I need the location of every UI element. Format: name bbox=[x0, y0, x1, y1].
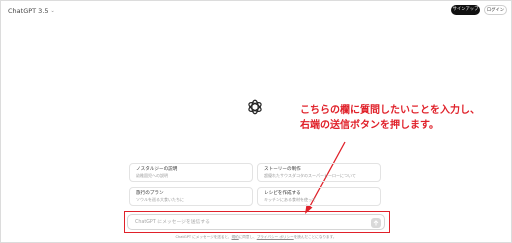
footer-prefix: ChatGPT にメッセージを送ると、 bbox=[175, 235, 232, 239]
chevron-down-icon: ⌄ bbox=[50, 8, 55, 14]
suggestion-card[interactable]: ノスタルジーの説明 幼稚園児への説明 bbox=[129, 163, 253, 182]
model-selector[interactable]: ChatGPT 3.5 ⌄ bbox=[8, 4, 55, 18]
signup-button[interactable]: サインアップ bbox=[451, 5, 480, 15]
openai-logo-icon bbox=[248, 99, 262, 115]
privacy-policy-link[interactable]: プライバシー ポリシー bbox=[257, 235, 294, 239]
suggestion-title: ノスタルジーの説明 bbox=[136, 167, 178, 172]
message-input[interactable] bbox=[135, 217, 355, 228]
footer-middle: に同意し、 bbox=[238, 235, 257, 239]
footer-disclaimer: ChatGPT にメッセージを送ると、規約に同意し、プライバシー ポリシーを読ん… bbox=[0, 235, 512, 240]
suggestion-card[interactable]: レシピを作成する キッチンにある食材を使って bbox=[257, 187, 381, 206]
model-name: ChatGPT 3.5 bbox=[8, 7, 49, 15]
annotation-line-1: こちらの欄に質問したいことを入力し、 bbox=[300, 105, 480, 116]
arrow-up-icon bbox=[373, 219, 379, 226]
suggestion-subtitle: キッチンにある食材を使って bbox=[264, 197, 316, 202]
footer-suffix: を読んだことになります。 bbox=[293, 235, 337, 239]
annotation-line-2: 右端の送信ボタンを押します。 bbox=[300, 120, 439, 131]
suggestion-card[interactable]: 旅行のプラン ソウルを巡る大食いたちに bbox=[129, 187, 253, 206]
suggestion-subtitle: 超優れたサウスダコタのスーパーヒーローについて bbox=[264, 173, 356, 178]
suggestion-subtitle: 幼稚園児への説明 bbox=[136, 173, 168, 178]
suggestion-card[interactable]: ストーリーの制作 超優れたサウスダコタのスーパーヒーローについて bbox=[257, 163, 381, 182]
suggestion-title: レシピを作成する bbox=[264, 191, 301, 196]
message-composer bbox=[127, 214, 385, 230]
suggestion-subtitle: ソウルを巡る大食いたちに bbox=[136, 197, 184, 202]
suggestion-title: ストーリーの制作 bbox=[264, 167, 301, 172]
send-button[interactable] bbox=[371, 217, 381, 228]
instruction-annotation: こちらの欄に質問したいことを入力し、 右端の送信ボタンを押します。 bbox=[300, 103, 505, 133]
suggestion-title: 旅行のプラン bbox=[136, 191, 164, 196]
terms-link[interactable]: 規約 bbox=[232, 235, 239, 239]
login-button[interactable]: ログイン bbox=[484, 5, 507, 15]
